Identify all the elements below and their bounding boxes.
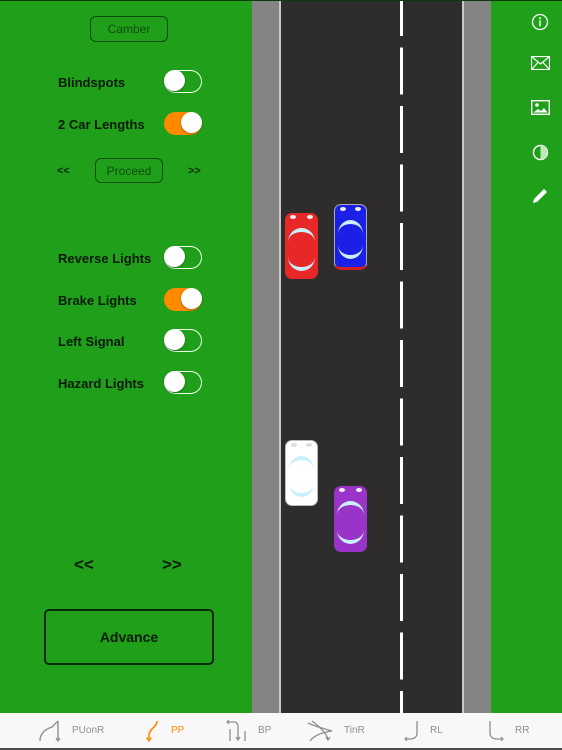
toggle-knob [164,329,185,350]
contrast-icon[interactable] [530,142,550,162]
blindspots-label: Blindspots [58,75,126,90]
tab-puonr[interactable]: PUonR [38,713,104,748]
hazard-lights-toggle[interactable] [164,371,202,394]
toggle-knob [164,246,185,267]
tab-label: BP [258,725,272,736]
blue-car[interactable] [334,204,367,270]
tab-label: RR [515,725,530,736]
pencil-icon[interactable] [530,186,550,206]
reverse-right-icon [489,720,504,741]
red-car[interactable] [285,213,318,279]
hazard-lights-label: Hazard Lights [58,376,144,391]
reverse-lights-toggle[interactable] [164,246,202,269]
image-icon[interactable] [530,97,550,117]
proceed-button[interactable]: Proceed [95,158,163,183]
turn-in-road-icon [307,719,333,741]
tab-label: RL [430,725,443,736]
two-car-lengths-label: 2 Car Lengths [58,117,145,132]
proceed-prev-button[interactable]: << [57,165,70,177]
tab-tinr[interactable]: TinR [306,713,365,748]
parallel-park-icon [145,720,158,742]
tab-rl[interactable]: RL [402,713,443,748]
right-curb [464,1,491,713]
toggle-knob [164,70,185,91]
tab-label: TinR [344,725,365,736]
tab-pp[interactable]: PP [143,713,184,748]
left-signal-label: Left Signal [58,334,125,349]
tab-label: PP [171,725,185,736]
left-curb [252,1,279,713]
tab-bar: PUonR PP BP TinR RL RR [0,713,562,750]
road-surface [281,1,462,713]
center-dashed-line [400,1,403,713]
brake-lights-label: Brake Lights [58,293,137,308]
two-car-lengths-toggle[interactable] [164,112,202,135]
road-view [252,0,491,713]
pull-up-on-right-icon [39,720,61,742]
reverse-left-icon [404,720,418,741]
toggle-knob [164,371,185,392]
info-icon[interactable] [530,12,550,32]
tab-bp[interactable]: BP [224,713,271,748]
reverse-lights-label: Reverse Lights [58,251,152,266]
control-panel: Camber Blindspots 2 Car Lengths << Proce… [0,0,252,713]
tab-label: PUonR [72,725,105,736]
mail-icon[interactable] [530,53,550,73]
advance-button[interactable]: Advance [44,609,214,665]
proceed-next-button[interactable]: >> [188,165,201,177]
nav-next-button[interactable]: >> [162,555,182,575]
side-toolbar [491,0,562,713]
camber-button[interactable]: Camber [90,16,168,42]
brake-lights-toggle[interactable] [164,288,202,311]
tab-rr[interactable]: RR [487,713,529,748]
purple-car[interactable] [334,486,367,552]
toggle-knob [181,288,202,309]
bay-park-icon [226,719,246,741]
toggle-knob [181,112,202,133]
left-signal-toggle[interactable] [164,329,202,352]
white-car[interactable] [285,440,318,506]
blindspots-toggle[interactable] [164,70,202,93]
nav-prev-button[interactable]: << [74,555,94,575]
